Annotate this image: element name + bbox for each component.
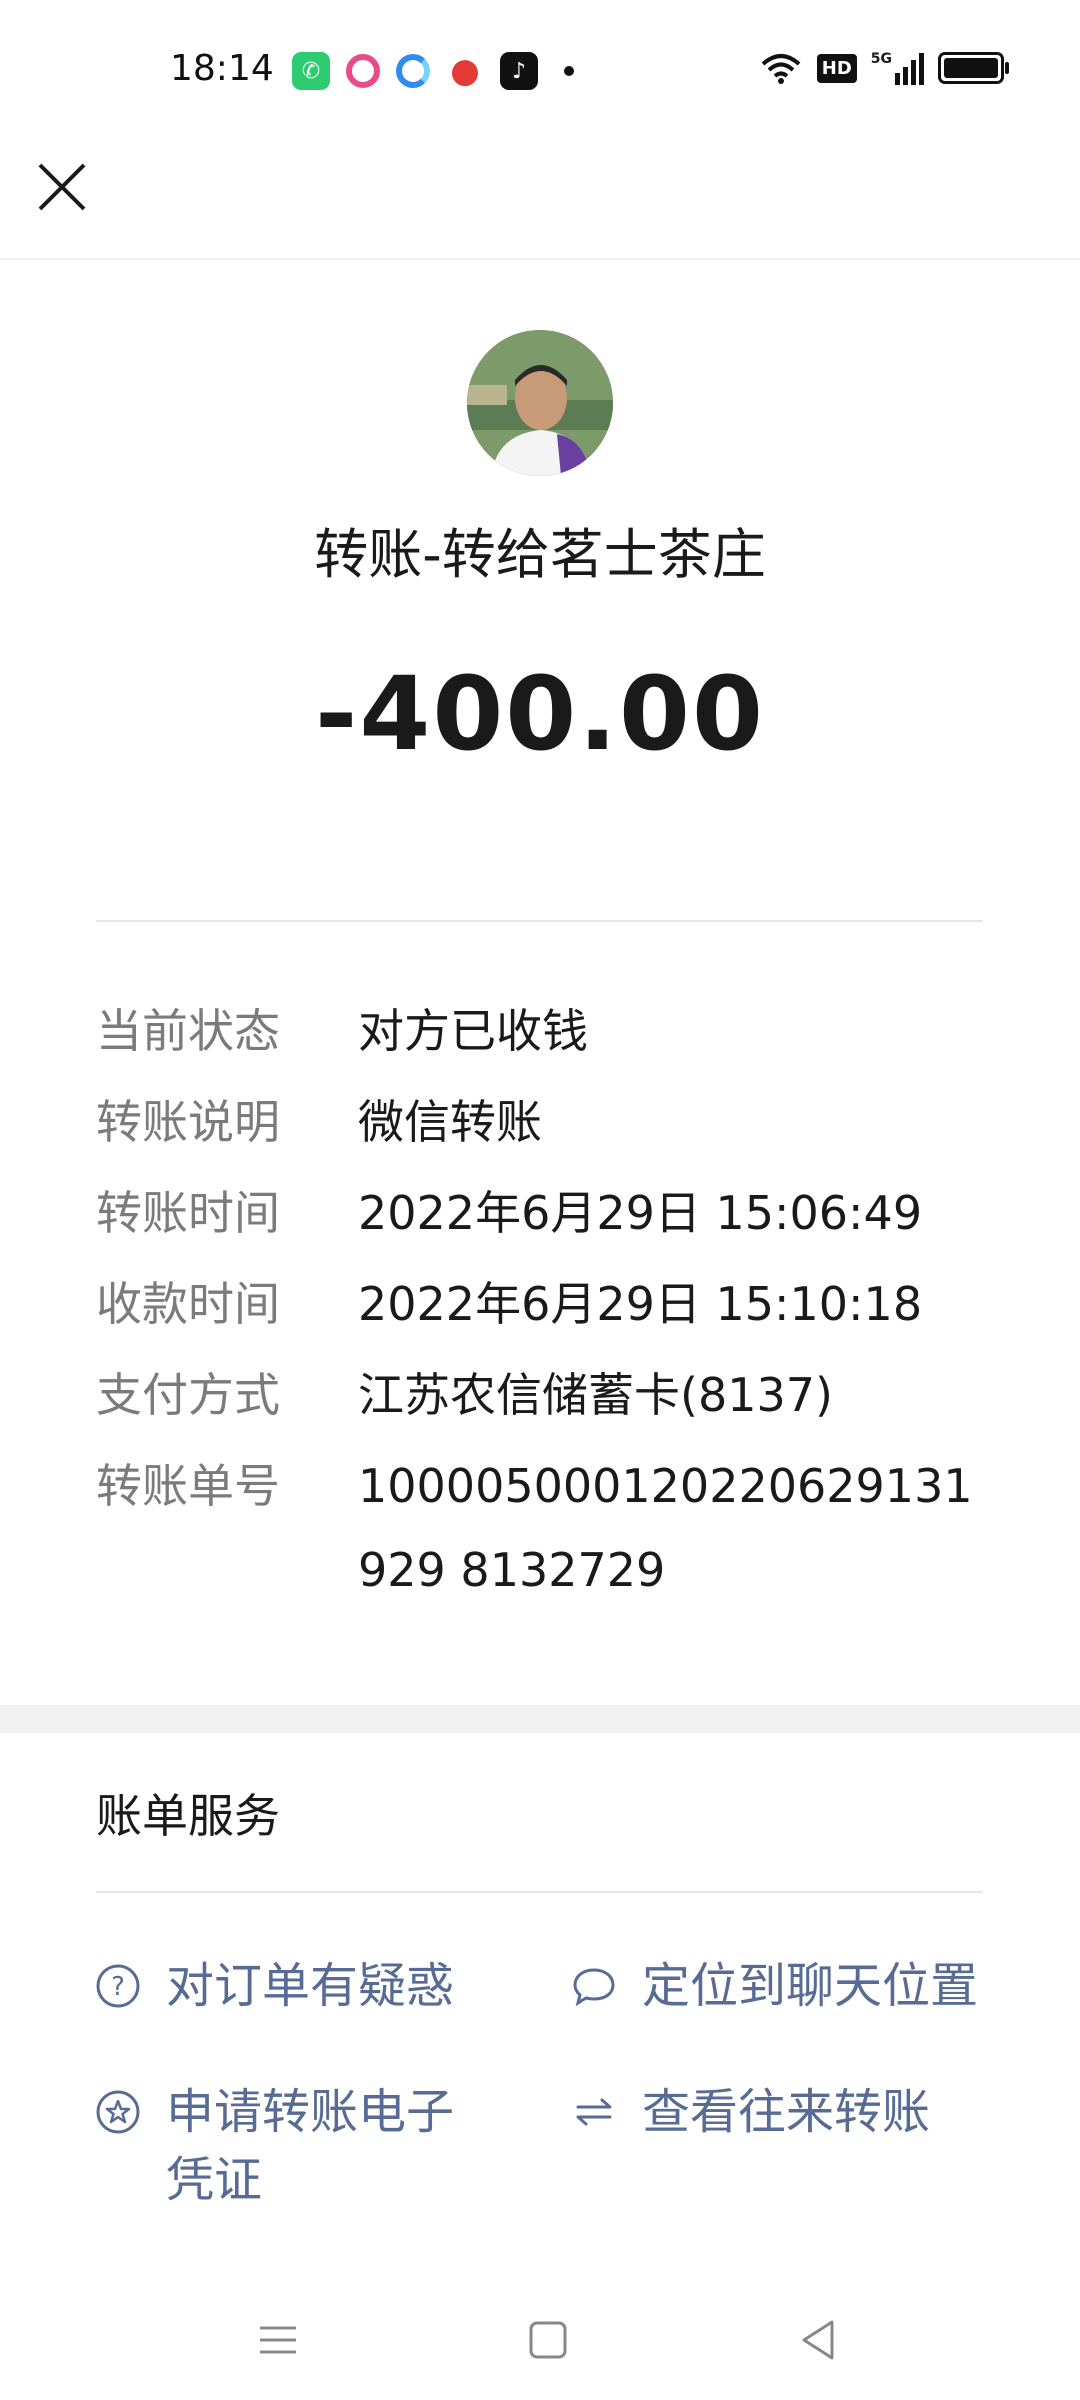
amount-divider: [96, 920, 983, 922]
status-time: 18:14: [170, 48, 274, 89]
home-icon: [529, 2321, 567, 2359]
bill-services-title: 账单服务: [96, 1789, 280, 1843]
back-icon: [802, 2320, 834, 2360]
apply-voucher-link[interactable]: 申请转账电子凭证: [96, 2078, 496, 2214]
detail-label: 收款时间: [96, 1277, 280, 1331]
detail-label: 转账时间: [96, 1186, 280, 1240]
header-divider: [0, 258, 1080, 260]
apply-voucher-label: 申请转账电子凭证: [166, 2084, 455, 2208]
detail-value: 江苏农信储蓄卡(8137): [358, 1368, 833, 1422]
order-question-label: 对订单有疑惑: [166, 1958, 455, 2014]
map-pin-app-icon: ●: [450, 51, 480, 91]
more-notifications-dot: [564, 66, 574, 76]
section-separator: [0, 1705, 1080, 1733]
tiktok-app-icon: ♪: [500, 52, 538, 90]
detail-value: 对方已收钱: [358, 1004, 588, 1058]
recipient-avatar[interactable]: [467, 330, 613, 476]
close-button[interactable]: [30, 155, 94, 219]
wifi-icon: [761, 54, 801, 84]
menu-icon: [260, 2326, 296, 2354]
ring-app-icon: [346, 54, 380, 88]
hd-badge: HD: [816, 53, 857, 83]
locate-chat-link[interactable]: 定位到聊天位置: [572, 1952, 1002, 2020]
avatar-image: [467, 330, 613, 476]
services-divider: [96, 1891, 983, 1893]
detail-value[interactable]: 100005000120220629131929 8132729: [358, 1444, 998, 1612]
detail-value: 2022年6月29日 15:10:18: [358, 1277, 923, 1331]
swap-arrows-icon: [576, 2098, 612, 2126]
back-button[interactable]: [788, 2310, 848, 2370]
notification-icons: ✆ ● ♪: [292, 51, 574, 91]
status-bar: 18:14 ✆ ● ♪ HD 5G: [0, 0, 1080, 140]
menu-button[interactable]: [248, 2310, 308, 2370]
detail-label: 转账说明: [96, 1095, 280, 1149]
detail-label: 当前状态: [96, 1004, 280, 1058]
detail-label: 支付方式: [96, 1368, 280, 1422]
detail-label: 转账单号: [96, 1459, 280, 1513]
system-indicators: HD 5G: [759, 50, 1009, 86]
star-badge-icon: [96, 2090, 140, 2134]
detail-value: 2022年6月29日 15:06:49: [358, 1186, 923, 1240]
locate-chat-label: 定位到聊天位置: [642, 1958, 979, 2014]
chat-bubble-icon: [573, 1968, 615, 2007]
view-transfers-link[interactable]: 查看往来转账: [572, 2078, 1002, 2146]
detail-value: 微信转账: [358, 1095, 542, 1149]
question-icon: ?: [96, 1964, 140, 2008]
battery-icon: [938, 52, 1009, 84]
browser-app-icon: [396, 54, 430, 88]
transfer-amount: -400.00: [315, 655, 765, 774]
view-transfers-label: 查看往来转账: [642, 2084, 931, 2140]
close-icon: [38, 163, 86, 211]
phone-app-icon: ✆: [292, 52, 330, 90]
home-button[interactable]: [518, 2310, 578, 2370]
order-question-link[interactable]: ? 对订单有疑惑: [96, 1952, 526, 2020]
system-nav-bar: [0, 2290, 1080, 2380]
5g-signal-icon: 5G: [871, 51, 924, 85]
svg-text:?: ?: [111, 1972, 125, 2002]
transfer-title: 转账-转给茗士茶庄: [314, 523, 766, 586]
